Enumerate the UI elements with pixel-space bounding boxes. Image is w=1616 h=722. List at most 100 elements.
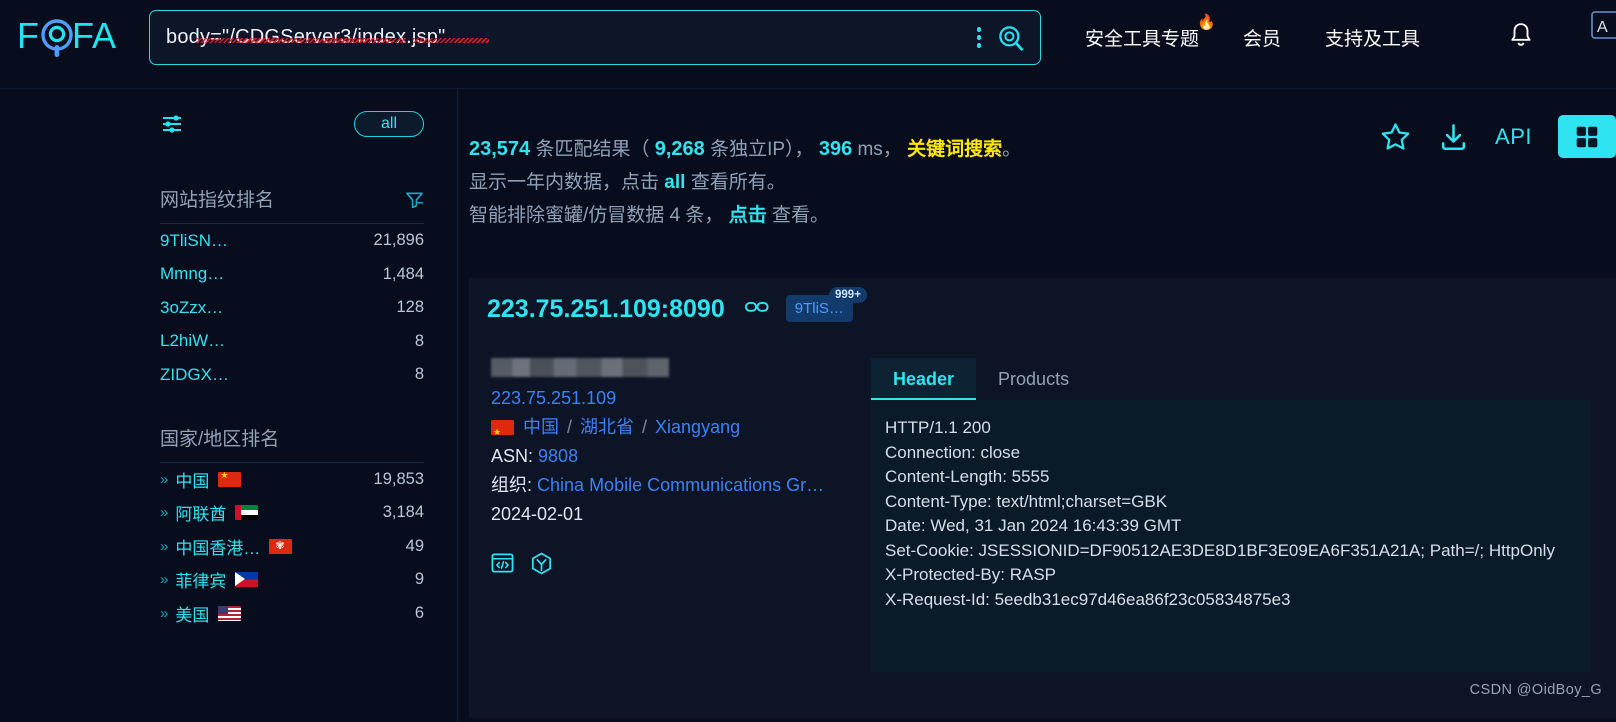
- country-label[interactable]: 阿联酋: [175, 500, 226, 525]
- result-asn-line: ASN: 9808: [491, 442, 851, 471]
- list-item[interactable]: » 中国 19,853: [160, 463, 424, 497]
- total-suffix: 条匹配结果（: [535, 139, 650, 160]
- country-label[interactable]: 菲律宾: [175, 567, 226, 592]
- download-icon[interactable]: [1438, 121, 1469, 153]
- section-title: 网站指纹排名: [160, 190, 275, 211]
- fingerprint-label[interactable]: Mmng…: [160, 264, 224, 284]
- hexagon-cube-icon[interactable]: [530, 552, 553, 581]
- hot-flame-icon: 🔥: [1197, 14, 1217, 31]
- vertical-dots-icon[interactable]: [975, 25, 984, 50]
- sidebar-toolbar: all: [160, 89, 424, 159]
- sliders-filter-icon[interactable]: [160, 113, 186, 135]
- result-date: 2024-02-01: [491, 504, 584, 524]
- org-link[interactable]: China Mobile Communications Gr…: [537, 475, 824, 495]
- fingerprint-count: 8: [414, 331, 424, 350]
- all-toggle-button[interactable]: all: [354, 111, 424, 137]
- expand-chevron-icon[interactable]: »: [160, 471, 168, 488]
- result-org-line: 组织: China Mobile Communications Gr…: [491, 471, 851, 500]
- country-count: 9: [414, 570, 424, 589]
- fingerprint-label[interactable]: L2hiW…: [160, 331, 225, 351]
- fingerprint-count: 128: [396, 298, 424, 317]
- flag-icon-ae: [235, 505, 259, 521]
- section-fingerprint-ranking: 网站指纹排名 9TliSN… 21,896 Mmng… 1,484 3oZzx……: [160, 185, 424, 392]
- response-panel: Header Products HTTP/1.1 200 Connection:…: [871, 358, 1591, 672]
- click-link[interactable]: 点击: [729, 205, 767, 226]
- fofa-logo-icon: F FA: [17, 15, 116, 57]
- nav-label: 安全工具专题: [1085, 29, 1200, 50]
- spellcheck-underline: [196, 38, 406, 43]
- fingerprint-count: 1,484: [382, 264, 424, 283]
- result-ip-link[interactable]: 223.75.251.109: [491, 388, 616, 408]
- geo-country-link[interactable]: 中国: [523, 413, 559, 442]
- all-link[interactable]: all: [664, 172, 685, 193]
- list-item[interactable]: 3oZzx… 128: [160, 291, 424, 325]
- response-line: X-Request-Id: 5eedb31ec97d46ea86f23c0583…: [885, 589, 1291, 609]
- list-item[interactable]: » 菲律宾 9: [160, 563, 424, 597]
- country-label[interactable]: 美国: [175, 601, 209, 626]
- flag-icon-hk: [269, 538, 293, 554]
- flag-icon-ph: [235, 572, 259, 588]
- fingerprint-label[interactable]: 3oZzx…: [160, 298, 223, 318]
- code-window-icon[interactable]: [491, 552, 514, 581]
- expand-chevron-icon[interactable]: »: [160, 538, 168, 555]
- nav-item-security-tools[interactable]: 安全工具专题 🔥: [1085, 15, 1216, 51]
- asn-link[interactable]: 9808: [538, 446, 578, 466]
- tab-products[interactable]: Products: [976, 358, 1091, 400]
- list-item[interactable]: ZIDGX… 8: [160, 358, 424, 392]
- search-box[interactable]: body="/CDGServer3/index.jsp": [149, 10, 1041, 65]
- geo-separator: /: [642, 417, 648, 437]
- search-icon[interactable]: [997, 24, 1024, 51]
- country-count: 6: [414, 603, 424, 622]
- funnel-filter-icon[interactable]: [405, 190, 424, 208]
- fofa-logo[interactable]: F FA: [14, 12, 139, 64]
- geo-city-link[interactable]: Xiangyang: [655, 413, 740, 442]
- nav-item-membership[interactable]: 会员: [1243, 24, 1281, 51]
- org-label: 组织:: [491, 475, 533, 495]
- results-summary: 23,574 条匹配结果（ 9,268 条独立IP）， 396 ms， 关键词搜…: [459, 89, 1616, 232]
- line3-prefix: 智能排除蜜罐/仿冒数据: [469, 205, 665, 226]
- line3-mid: 条，: [685, 205, 724, 226]
- list-item[interactable]: Mmng… 1,484: [160, 258, 424, 292]
- response-line: X-Protected-By: RASP: [885, 565, 1057, 584]
- fingerprint-count-badge: 999+: [829, 287, 867, 303]
- results-line-2: 显示一年内数据，点击 all 查看所有。: [469, 166, 1616, 199]
- account-icon[interactable]: A: [1590, 8, 1616, 47]
- result-card: 223.75.251.109:8090 9TliS… 999+ 223.75.2…: [469, 278, 1616, 718]
- svg-text:A: A: [1597, 19, 1608, 36]
- expand-chevron-icon[interactable]: »: [160, 571, 168, 588]
- search-type-badge: 关键词搜索: [907, 139, 1003, 160]
- fingerprint-label[interactable]: 9TliSN…: [160, 231, 228, 251]
- fingerprint-label[interactable]: ZIDGX…: [160, 365, 229, 385]
- list-item[interactable]: 9TliSN… 21,896: [160, 224, 424, 258]
- star-favorite-icon[interactable]: [1379, 121, 1412, 153]
- list-item[interactable]: » 美国 6: [160, 597, 424, 631]
- unique-ip-count: 9,268: [654, 138, 705, 160]
- line2-suffix: 查看所有。: [690, 172, 786, 193]
- list-item[interactable]: » 阿联酋 3,184: [160, 496, 424, 530]
- nav-item-support-tools[interactable]: 支持及工具: [1325, 24, 1420, 51]
- result-ip-port[interactable]: 223.75.251.109:8090: [487, 295, 725, 324]
- country-label[interactable]: 中国香港…: [175, 534, 260, 559]
- api-button[interactable]: API: [1495, 124, 1532, 150]
- expand-chevron-icon[interactable]: »: [160, 605, 168, 622]
- country-label[interactable]: 中国: [175, 467, 209, 492]
- left-sidebar: all 网站指纹排名 9TliSN… 21,896 Mmng… 1,484 3o…: [0, 89, 458, 722]
- results-line-3: 智能排除蜜罐/仿冒数据 4 条， 点击 查看。: [469, 199, 1616, 232]
- result-action-icons: [491, 552, 851, 581]
- geo-province-link[interactable]: 湖北省: [580, 413, 634, 442]
- result-ip-line: 223.75.251.109: [491, 384, 851, 413]
- expand-chevron-icon[interactable]: »: [160, 504, 168, 521]
- spellcheck-underline-2: [413, 38, 489, 43]
- response-line: Content-Type: text/html;charset=GBK: [885, 491, 1168, 511]
- grid-view-button[interactable]: [1558, 115, 1616, 158]
- flag-icon-cn: [218, 471, 242, 487]
- list-item[interactable]: L2hiW… 8: [160, 325, 424, 359]
- fingerprint-tag-wrapper: 9TliS… 999+: [785, 287, 867, 322]
- tab-header[interactable]: Header: [871, 358, 977, 400]
- country-count: 49: [405, 536, 424, 555]
- query-time: 396: [818, 138, 853, 160]
- notification-bell-icon[interactable]: [1508, 21, 1534, 55]
- link-chain-icon[interactable]: [744, 300, 769, 319]
- result-card-header: 223.75.251.109:8090 9TliS… 999+: [469, 278, 1616, 340]
- list-item[interactable]: » 中国香港… 49: [160, 530, 424, 564]
